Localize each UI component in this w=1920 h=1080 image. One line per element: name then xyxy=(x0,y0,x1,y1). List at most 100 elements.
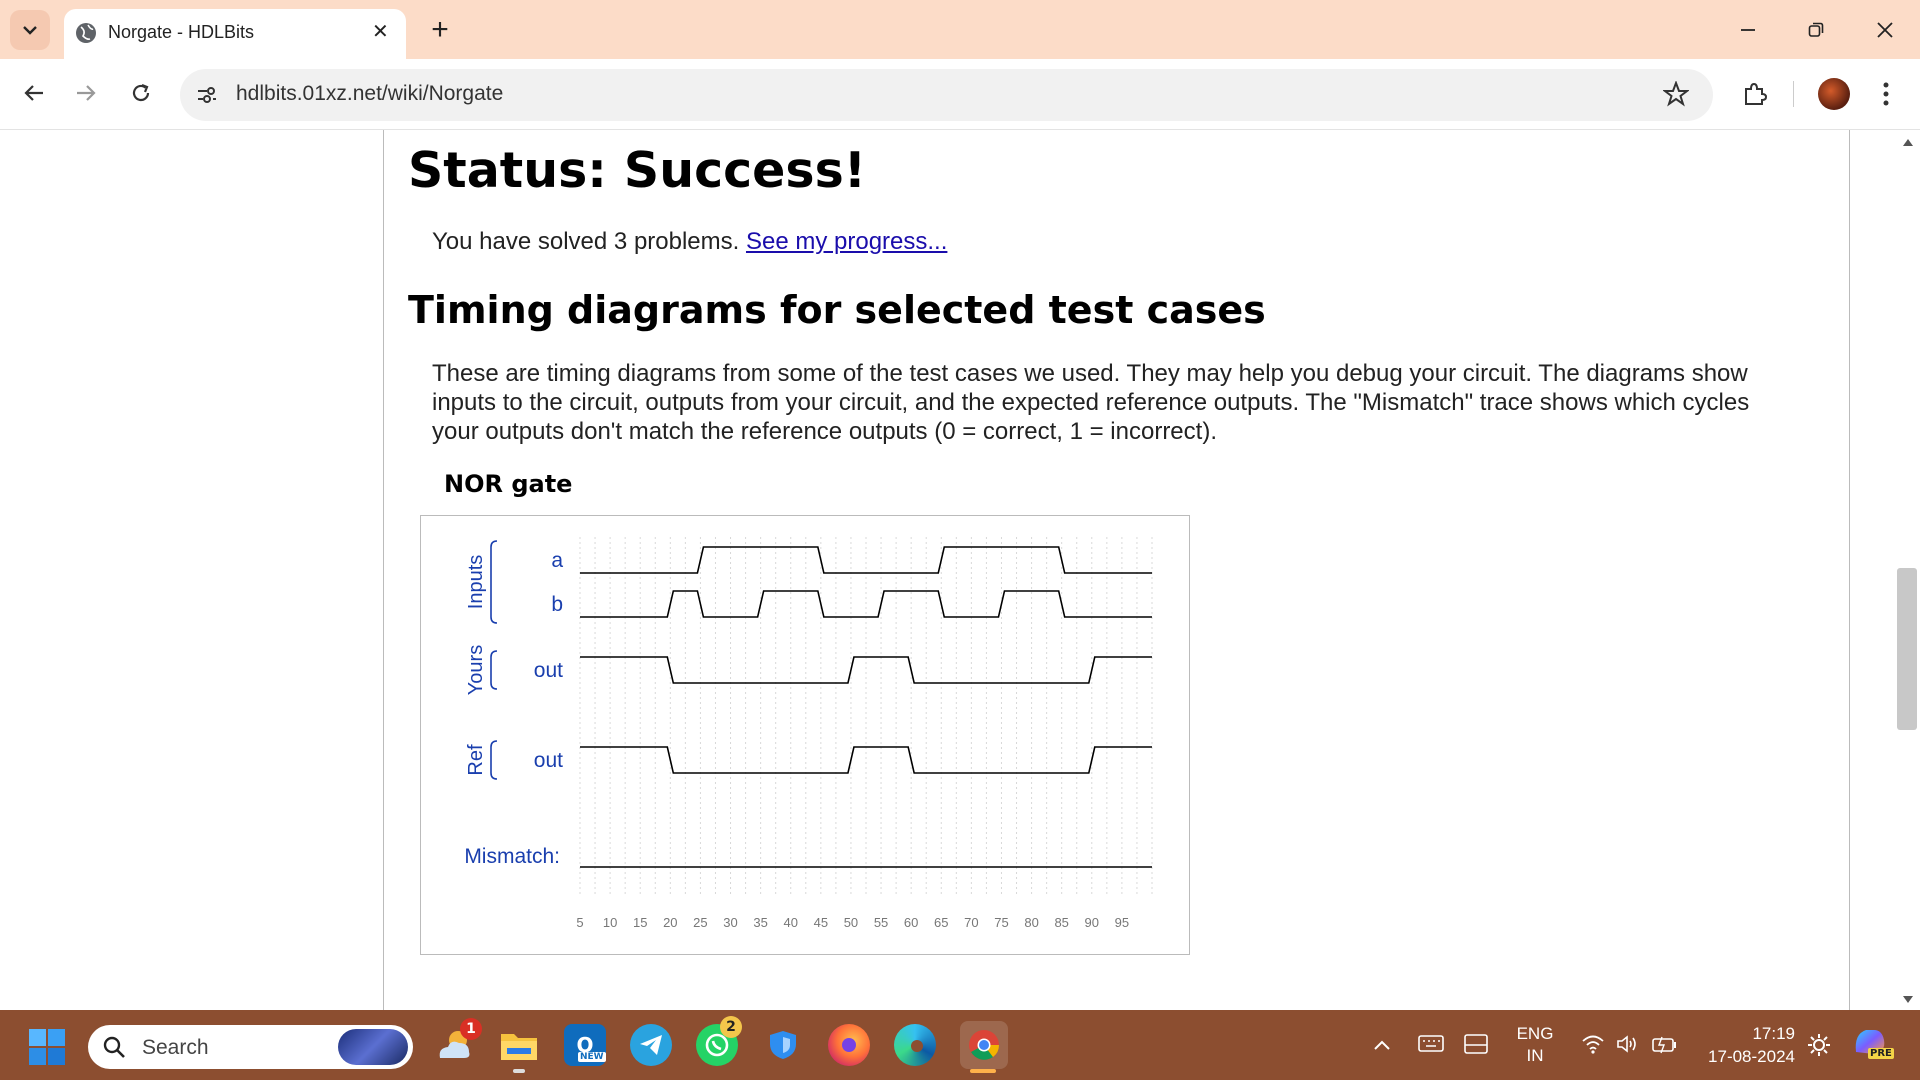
chrome-app[interactable] xyxy=(960,1021,1008,1069)
edge-app[interactable] xyxy=(894,1024,936,1066)
x-tick-label: 75 xyxy=(994,915,1008,930)
search-icon xyxy=(103,1036,125,1058)
x-tick-label: 35 xyxy=(753,915,767,930)
signal-label-b: b xyxy=(551,593,563,616)
search-highlight-image xyxy=(338,1029,408,1065)
chevron-up-icon xyxy=(1374,1040,1390,1050)
x-tick-label: 85 xyxy=(1054,915,1068,930)
timing-paragraph-line: inputs to the circuit, outputs from your… xyxy=(432,389,1750,416)
clock[interactable]: 17:19 17-08-2024 xyxy=(1695,1022,1795,1068)
copilot-pre-label: PRE xyxy=(1868,1048,1894,1059)
kebab-menu-icon xyxy=(1883,82,1889,106)
site-settings-icon[interactable] xyxy=(196,84,218,106)
windows-logo-icon xyxy=(29,1029,65,1065)
close-window-button[interactable] xyxy=(1862,10,1908,50)
weather-badge: 1 xyxy=(460,1018,482,1040)
solved-line: You have solved 3 problems. See my progr… xyxy=(432,227,947,256)
notification-center[interactable] xyxy=(1806,1032,1832,1063)
x-tick-label: 45 xyxy=(814,915,828,930)
x-tick-label: 80 xyxy=(1024,915,1038,930)
restore-button[interactable] xyxy=(1793,10,1839,50)
x-tick-label: 55 xyxy=(874,915,888,930)
whatsapp-app[interactable]: 2 xyxy=(696,1016,742,1066)
tab-title: Norgate - HDLBits xyxy=(108,22,255,42)
back-button[interactable] xyxy=(14,73,54,113)
signal-label-mismatch: Mismatch: xyxy=(464,845,560,868)
weather-app[interactable]: 1 xyxy=(434,1018,482,1066)
x-tick-label: 25 xyxy=(693,915,707,930)
reload-button[interactable] xyxy=(121,73,161,113)
search-placeholder: Search xyxy=(142,1036,209,1059)
taskbar-search[interactable]: Search xyxy=(88,1025,413,1069)
globe-icon xyxy=(76,23,96,43)
language-indicator[interactable]: ENG IN xyxy=(1512,1023,1558,1067)
restore-icon xyxy=(1808,22,1824,37)
url-text[interactable]: hdlbits.01xz.net/wiki/Norgate xyxy=(236,82,503,106)
display-tray[interactable] xyxy=(1464,1034,1488,1059)
language-region: IN xyxy=(1526,1046,1544,1065)
network-tray[interactable] xyxy=(1582,1034,1678,1054)
browser-toolbar: hdlbits.01xz.net/wiki/Norgate xyxy=(0,59,1920,130)
scroll-up-icon[interactable] xyxy=(1903,138,1913,146)
defender-app[interactable] xyxy=(762,1024,804,1066)
keyboard-icon xyxy=(1418,1035,1444,1052)
file-explorer-app[interactable] xyxy=(498,1024,540,1066)
clock-time: 17:19 xyxy=(1752,1024,1795,1043)
active-app-indicator xyxy=(513,1069,525,1073)
x-tick-label: 50 xyxy=(844,915,858,930)
x-tick-label: 20 xyxy=(663,915,677,930)
group-label: Ref xyxy=(465,744,487,776)
chrome-icon xyxy=(969,1030,999,1060)
forward-button[interactable] xyxy=(66,73,106,113)
menu-button[interactable] xyxy=(1868,73,1904,115)
diagram-title: NOR gate xyxy=(444,470,573,498)
x-tick-label: 90 xyxy=(1085,915,1099,930)
tab-search-button[interactable] xyxy=(10,10,50,50)
firefox-app[interactable] xyxy=(828,1024,870,1066)
x-tick-label: 40 xyxy=(784,915,798,930)
scrollbar-thumb[interactable] xyxy=(1897,568,1917,730)
x-tick-label: 95 xyxy=(1115,915,1129,930)
page-scrollbar[interactable] xyxy=(1895,130,1920,1010)
group-label: Inputs xyxy=(465,555,487,609)
tab-close-icon[interactable]: ✕ xyxy=(372,19,389,44)
timing-paragraph-line: These are timing diagrams from some of t… xyxy=(432,360,1748,387)
whatsapp-badge: 2 xyxy=(720,1016,742,1038)
new-tab-button[interactable]: + xyxy=(420,10,460,50)
minimize-icon xyxy=(1741,29,1755,31)
copilot-button[interactable]: PRE xyxy=(1852,1026,1894,1064)
shield-icon xyxy=(770,1031,796,1059)
wifi-icon xyxy=(1582,1035,1604,1054)
chevron-down-icon xyxy=(23,26,37,35)
bookmark-star-icon[interactable] xyxy=(1663,81,1689,107)
edge-icon xyxy=(911,1040,923,1052)
profile-avatar[interactable] xyxy=(1818,78,1850,110)
signal-label-a: a xyxy=(551,549,563,572)
page-viewport: Status: Success! You have solved 3 probl… xyxy=(0,130,1920,1010)
folder-icon xyxy=(501,1034,537,1060)
telegram-app[interactable] xyxy=(630,1024,672,1066)
tablet-icon xyxy=(1464,1034,1488,1054)
toolbar-divider xyxy=(1793,81,1794,107)
keyboard-tray[interactable] xyxy=(1418,1032,1444,1059)
close-icon xyxy=(1877,22,1893,38)
scroll-down-icon[interactable] xyxy=(1903,996,1913,1004)
minimize-button[interactable] xyxy=(1725,10,1771,50)
arrow-right-icon xyxy=(77,85,96,101)
progress-link[interactable]: See my progress... xyxy=(746,228,947,255)
show-hidden-icons[interactable] xyxy=(1372,1030,1396,1060)
arrow-left-icon xyxy=(24,85,43,101)
address-bar[interactable]: hdlbits.01xz.net/wiki/Norgate xyxy=(180,69,1713,121)
x-tick-label: 10 xyxy=(603,915,617,930)
start-button[interactable] xyxy=(28,1028,66,1066)
extensions-button[interactable] xyxy=(1734,73,1776,115)
notification-settings-icon xyxy=(1808,1034,1830,1056)
outlook-app[interactable]: O NEW xyxy=(564,1024,606,1066)
outlook-new-label: NEW xyxy=(578,1052,606,1062)
firefox-icon xyxy=(842,1038,856,1052)
reload-icon xyxy=(132,83,150,102)
active-tab[interactable]: Norgate - HDLBits ✕ xyxy=(64,9,406,59)
solved-text: You have solved 3 problems. xyxy=(432,228,740,255)
battery-icon xyxy=(1652,1036,1676,1054)
paper-plane-icon xyxy=(640,1035,662,1055)
